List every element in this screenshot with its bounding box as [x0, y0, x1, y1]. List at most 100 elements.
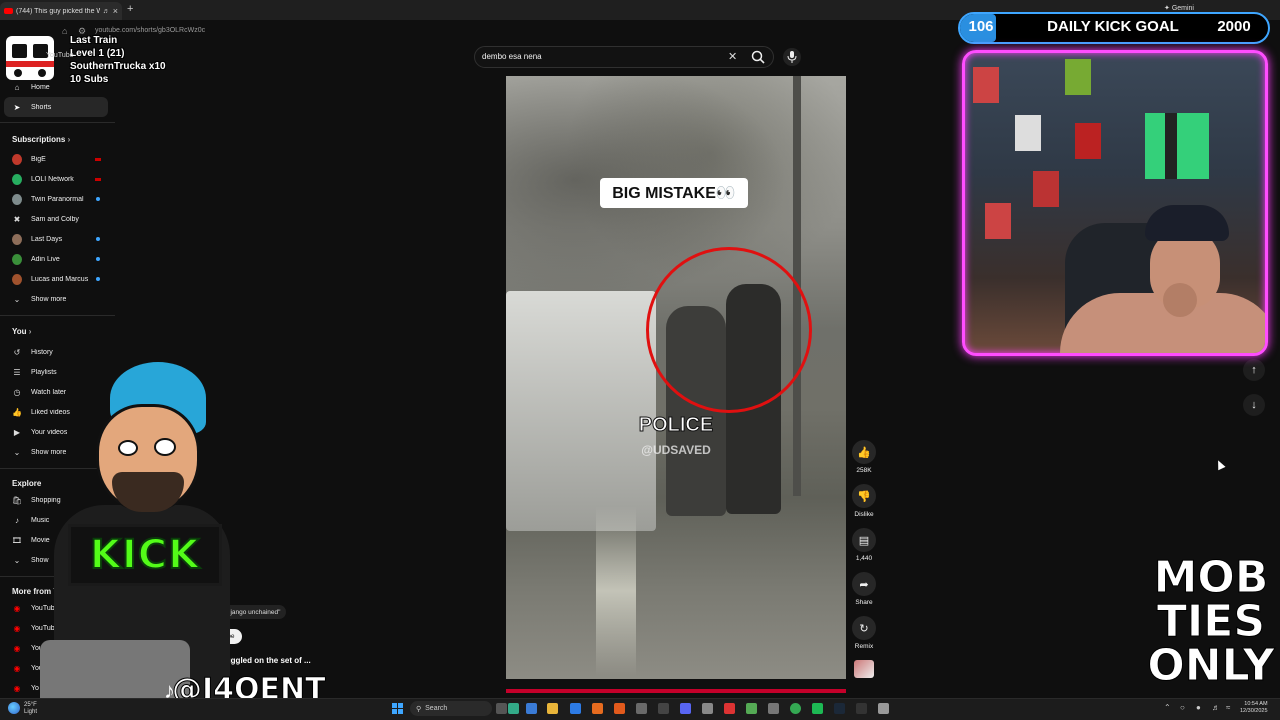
subscription-label: LOLI Network [31, 175, 74, 183]
volume-icon[interactable]: ♬ [1212, 703, 1220, 712]
taskbar-clock[interactable]: 10:54 AM 12/30/2025 [1240, 701, 1268, 715]
sidebar-item-shorts[interactable]: ➤ Shorts [4, 97, 108, 117]
video-icon: ▶ [13, 427, 21, 437]
comment-count: 1,440 [855, 555, 873, 562]
microphone-icon[interactable]: ● [1196, 703, 1201, 712]
subscription-item[interactable]: BigE [0, 149, 115, 169]
gemini-button[interactable]: ✦ Gemini [1164, 4, 1194, 12]
kick-goal-label: DAILY KICK GOAL [1047, 18, 1179, 35]
like-button[interactable]: 👍 [852, 440, 876, 464]
app-icon[interactable] [812, 703, 823, 714]
new-content-dot [96, 237, 100, 241]
wifi-icon[interactable]: ≈ [1226, 703, 1230, 712]
task-view-icon[interactable] [496, 703, 507, 714]
film-icon: 🎞 [11, 535, 23, 545]
settings-icon[interactable] [878, 703, 889, 714]
share-button[interactable]: ➦ [852, 572, 876, 596]
tray-chevron-icon[interactable]: ⌃ [1164, 703, 1171, 712]
app-icon[interactable] [746, 703, 757, 714]
app-icon[interactable] [768, 703, 779, 714]
show-more-label: Show [31, 556, 49, 564]
next-short-button[interactable]: ↓ [1243, 394, 1265, 416]
share-arrow-icon: ➦ [859, 578, 869, 591]
avatar [12, 173, 22, 185]
app-icon[interactable] [856, 703, 867, 714]
app-icon[interactable] [614, 703, 625, 714]
subscription-item[interactable]: Adin Live [0, 249, 115, 269]
app-icon[interactable] [508, 703, 519, 714]
sidebar-item-playlists[interactable]: ☰ Playlists [0, 362, 115, 382]
network-icon[interactable]: ○ [1180, 703, 1185, 712]
windows-start-icon[interactable] [392, 703, 403, 714]
weather-desc: Light [24, 709, 38, 715]
home-nav-icon[interactable]: ⌂ [62, 26, 67, 36]
show-more-subscriptions[interactable]: ⌄ Show more [0, 289, 115, 309]
sidebar-item-history[interactable]: ↺ History [0, 342, 115, 362]
app-icon[interactable] [724, 703, 735, 714]
remix-button[interactable]: ↻ [852, 616, 876, 640]
comments-button[interactable]: ▤ [852, 528, 876, 552]
subscription-item[interactable]: LOLI Network [0, 169, 115, 189]
sound-thumbnail[interactable] [854, 660, 874, 678]
live-badge [95, 178, 101, 181]
poster [1075, 123, 1101, 159]
music-note-icon: ♪ [15, 515, 19, 525]
weather-widget[interactable]: 25°F Light [24, 702, 37, 716]
sidebar-item-label: Home [31, 83, 50, 91]
search-input[interactable]: dembo esa nena [482, 52, 542, 61]
thumbs-down-icon: 👎 [857, 490, 871, 503]
streamer-hand [1163, 283, 1197, 317]
poster [985, 203, 1011, 239]
taskbar-search-label: Search [425, 705, 448, 712]
clear-search-icon[interactable]: ✕ [728, 50, 737, 63]
sidebar-item-label: Music [31, 516, 50, 524]
previous-short-button[interactable]: ↑ [1243, 359, 1265, 381]
subscription-label: BigE [31, 155, 46, 163]
taskbar-search[interactable]: ⚲ Search [410, 701, 492, 716]
close-tab-icon[interactable]: × [113, 6, 118, 16]
video-progress-bar[interactable] [506, 689, 846, 693]
channel-avatar [12, 233, 22, 245]
microphone-icon[interactable] [783, 48, 801, 66]
mouse-cursor [1214, 458, 1226, 471]
app-icon[interactable] [702, 703, 713, 714]
show-more-label: Show more [31, 448, 67, 456]
new-tab-icon[interactable]: + [127, 3, 133, 15]
subscription-item[interactable]: Lucas and Marcus [0, 269, 115, 289]
search-icon: ⚲ [416, 705, 422, 713]
url-field[interactable]: youtube.com/shorts/gb3OLRcWz0c [95, 27, 205, 34]
arrow-down-icon: ↓ [1251, 399, 1257, 411]
dislike-button[interactable]: 👎 [852, 484, 876, 508]
browser-tab[interactable]: (744) This guy picked the W ♬ × [0, 2, 122, 20]
poster [1033, 171, 1059, 207]
explore-header: Explore [12, 479, 42, 488]
video-caption-bottom: POLICE [638, 414, 714, 437]
sidebar-item-watch-later[interactable]: ◷ Watch later [0, 382, 115, 402]
avatar [12, 233, 22, 245]
app-icon[interactable] [526, 703, 537, 714]
chrome-icon[interactable] [790, 703, 801, 714]
subscription-item[interactable]: Twin Paranormal [0, 189, 115, 209]
you-header[interactable]: You › [12, 327, 31, 336]
steam-icon[interactable] [834, 703, 845, 714]
remix-icon: ↻ [859, 622, 869, 635]
highlight-circle [646, 247, 812, 413]
app-icon[interactable] [658, 703, 669, 714]
sidebar-item-liked-videos[interactable]: 👍 Liked videos [0, 402, 115, 422]
app-icon[interactable] [636, 703, 647, 714]
subscriptions-header[interactable]: Subscriptions › [12, 135, 70, 144]
channel-avatar [12, 273, 22, 285]
gemini-label: Gemini [1171, 5, 1194, 12]
firefox-icon[interactable] [592, 703, 603, 714]
subscription-label: Twin Paranormal [31, 195, 84, 203]
youtube-logo-icon: ◉ [13, 663, 21, 673]
file-explorer-icon[interactable] [547, 703, 558, 714]
search-icon[interactable] [750, 49, 766, 65]
subscription-item[interactable]: ✖ Sam and Colby [0, 209, 115, 229]
subscription-item[interactable]: Last Days [0, 229, 115, 249]
channel-avatar [12, 153, 22, 165]
app-icon[interactable] [570, 703, 581, 714]
mascot-eye [154, 438, 176, 456]
thumbs-up-icon: 👍 [12, 407, 22, 417]
discord-icon[interactable] [680, 703, 691, 714]
